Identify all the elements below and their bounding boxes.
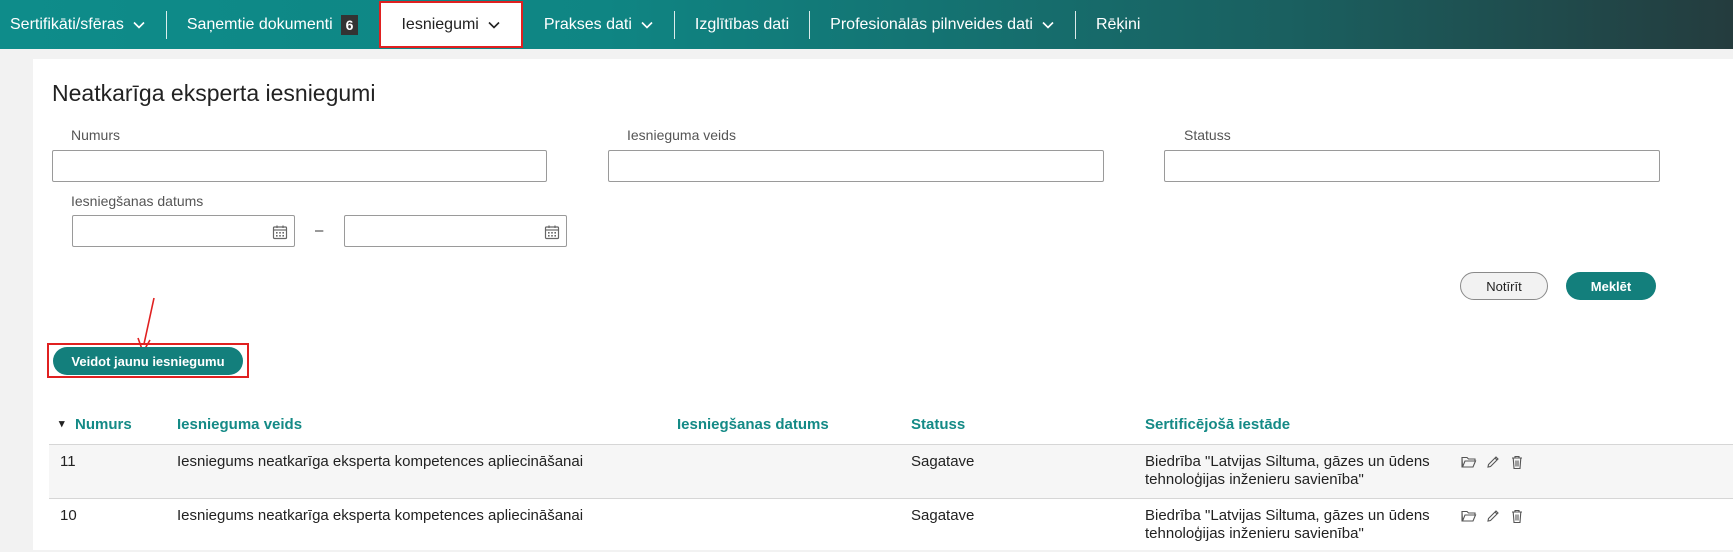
cell-number: 10: [60, 507, 77, 524]
edit-pencil-icon[interactable]: [1485, 454, 1501, 470]
number-filter-label: Numurs: [71, 127, 121, 143]
top-navigation: Sertifikāti/sfēras Saņemtie dokumenti 6 …: [0, 0, 1733, 49]
type-filter-input[interactable]: [608, 150, 1104, 182]
column-header-status[interactable]: Statuss: [911, 416, 965, 433]
nav-professional-development[interactable]: Profesionālās pilnveides dati: [810, 0, 1075, 49]
date-to-input[interactable]: [344, 215, 567, 247]
nav-invoices[interactable]: Rēķini: [1076, 0, 1160, 49]
nav-practice-data-label: Prakses dati: [543, 15, 632, 33]
folder-open-icon[interactable]: [1461, 508, 1477, 524]
row-actions: [1461, 454, 1525, 470]
status-filter-input[interactable]: [1164, 150, 1660, 182]
cell-authority-line2: tehnoloģijas inženieru savienība": [1145, 471, 1364, 488]
clear-button[interactable]: Notīrīt: [1460, 272, 1548, 300]
row-actions: [1461, 508, 1525, 524]
chevron-down-icon: [488, 21, 500, 29]
nav-certificates-label: Sertifikāti/sfēras: [10, 15, 124, 33]
type-filter-label: Iesnieguma veids: [627, 127, 736, 143]
nav-invoices-label: Rēķini: [1095, 15, 1141, 33]
nav-education-data-label: Izglītības dati: [694, 15, 790, 33]
cell-status: Sagatave: [911, 453, 975, 470]
column-header-type[interactable]: Iesnieguma veids: [177, 416, 302, 433]
nav-professional-development-label: Profesionālās pilnveides dati: [830, 15, 1033, 33]
sort-descending-icon: ▾: [59, 418, 65, 430]
nav-received-documents[interactable]: Saņemtie dokumenti 6: [167, 0, 379, 49]
page-title: Neatkarīga eksperta iesniegumi: [52, 80, 376, 106]
table-row[interactable]: 11 Iesniegums neatkarīga eksperta kompet…: [49, 445, 1733, 498]
column-header-date[interactable]: Iesniegšanas datums: [677, 416, 829, 433]
cell-authority-line1: Biedrība "Latvijas Siltuma, gāzes un ūde…: [1145, 453, 1430, 470]
date-from-input[interactable]: [72, 215, 295, 247]
main-content: Neatkarīga eksperta iesniegumi Numurs Ie…: [33, 59, 1733, 550]
column-header-number[interactable]: Numurs: [75, 416, 132, 433]
nav-practice-data[interactable]: Prakses dati: [524, 0, 674, 49]
chevron-down-icon: [641, 21, 653, 29]
chevron-down-icon: [133, 21, 145, 29]
cell-number: 11: [60, 453, 76, 470]
create-application-button[interactable]: Veidot jaunu iesniegumu: [53, 347, 243, 375]
chevron-down-icon: [1042, 21, 1054, 29]
trash-icon[interactable]: [1509, 508, 1525, 524]
cell-authority-line2: tehnoloģijas inženieru savienība": [1145, 525, 1364, 542]
folder-open-icon[interactable]: [1461, 454, 1477, 470]
cell-status: Sagatave: [911, 507, 975, 524]
date-filter-label: Iesniegšanas datums: [71, 193, 204, 209]
date-range-separator: –: [315, 222, 324, 239]
nav-education-data[interactable]: Izglītības dati: [675, 0, 809, 49]
edit-pencil-icon[interactable]: [1485, 508, 1501, 524]
calendar-icon[interactable]: [544, 224, 560, 240]
number-filter-input[interactable]: [52, 150, 547, 182]
count-badge: 6: [340, 14, 359, 35]
search-button[interactable]: Meklēt: [1566, 272, 1656, 300]
nav-certificates[interactable]: Sertifikāti/sfēras: [0, 0, 166, 49]
cell-authority-line1: Biedrība "Latvijas Siltuma, gāzes un ūde…: [1145, 507, 1430, 524]
nav-received-documents-label: Saņemtie dokumenti: [186, 15, 333, 33]
nav-applications[interactable]: Iesniegumi: [379, 1, 523, 48]
cell-type: Iesniegums neatkarīga eksperta kompetenc…: [177, 507, 584, 524]
status-filter-label: Statuss: [1184, 127, 1231, 143]
cell-type: Iesniegums neatkarīga eksperta kompetenc…: [177, 453, 584, 470]
column-header-authority[interactable]: Sertificējošā iestāde: [1145, 416, 1290, 433]
nav-applications-label: Iesniegumi: [401, 15, 479, 33]
table-row[interactable]: 10 Iesniegums neatkarīga eksperta kompet…: [49, 499, 1733, 552]
calendar-icon[interactable]: [272, 224, 288, 240]
trash-icon[interactable]: [1509, 454, 1525, 470]
